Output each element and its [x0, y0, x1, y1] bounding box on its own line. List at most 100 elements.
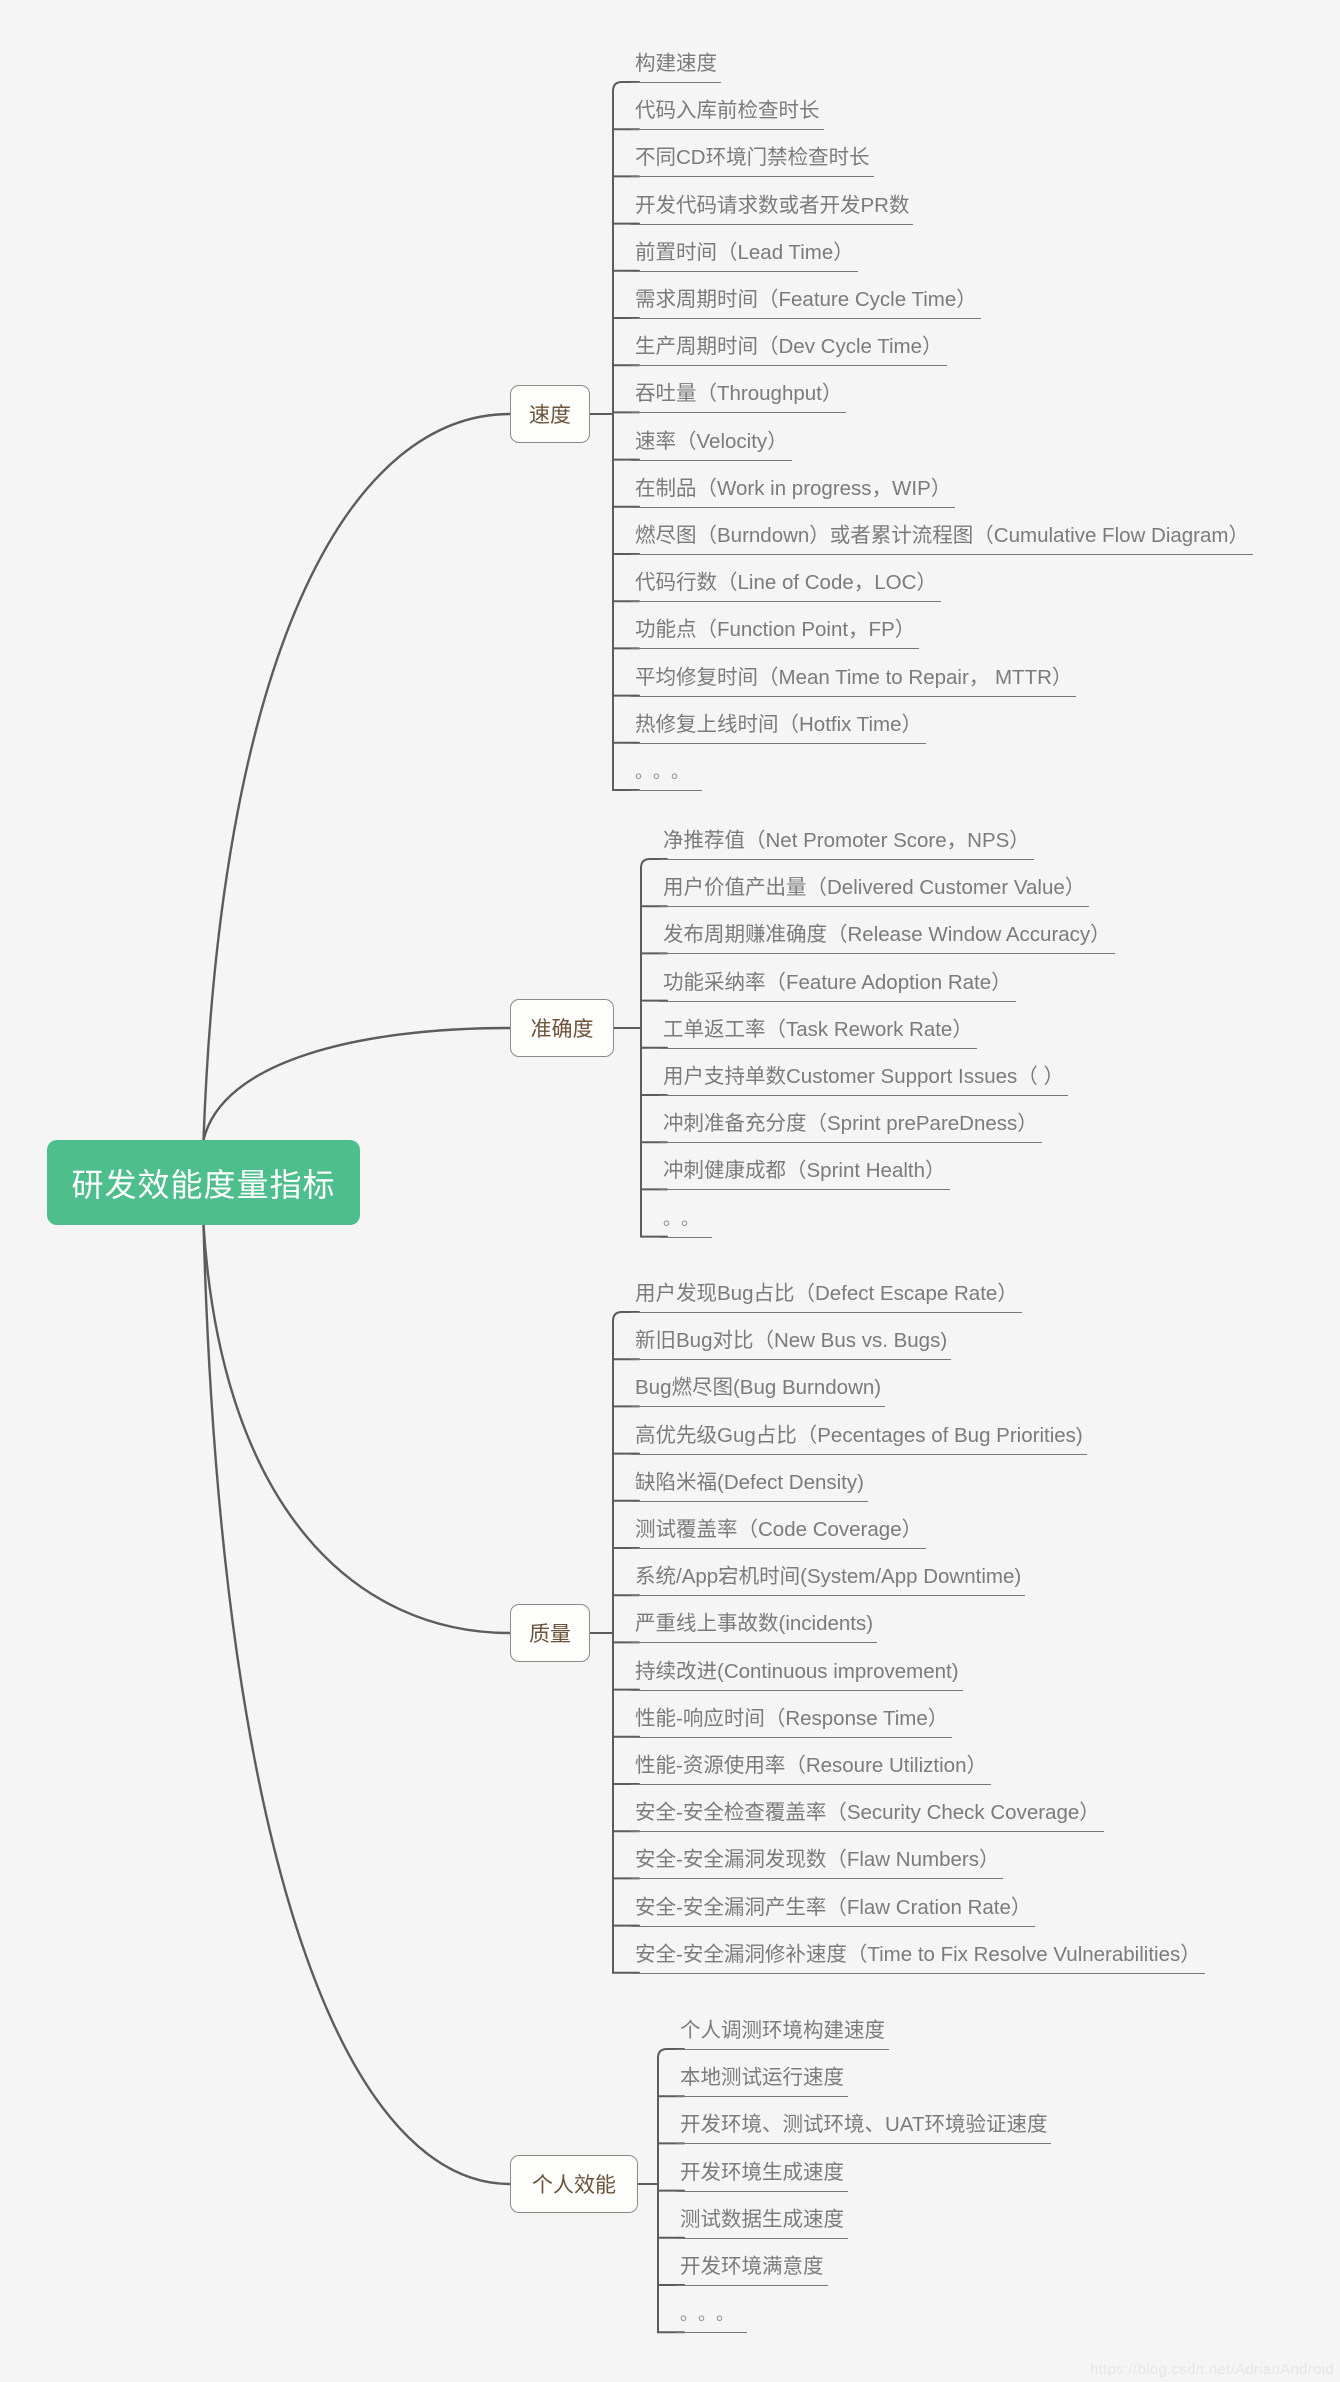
leaf-node-label: 开发环境满意度 — [680, 2255, 824, 2278]
leaf-node[interactable]: 缺陷米福(Defect Density) — [631, 1470, 868, 1502]
leaf-node-label: 安全-安全漏洞发现数（Flaw Numbers） — [635, 1848, 1000, 1872]
leaf-node-label: 新旧Bug对比（New Bus vs. Bugs) — [635, 1329, 948, 1353]
leaf-node[interactable]: 安全-安全漏洞发现数（Flaw Numbers） — [631, 1847, 1004, 1880]
leaf-node-label: 安全-安全漏洞产生率（Flaw Cration Rate） — [635, 1895, 1032, 1919]
leaf-node-label: Bug燃尽图(Bug Burndown) — [635, 1376, 882, 1400]
branch-node-accuracy[interactable]: 准确度 — [510, 999, 614, 1057]
leaf-node[interactable]: 发布周期赚准确度（Release Window Accuracy） — [659, 922, 1115, 955]
leaf-node[interactable]: 功能点（Function Point，FP） — [631, 617, 920, 650]
leaf-node-label: 净推荐值（Net Promoter Score，NPS） — [663, 829, 1030, 852]
leaf-node[interactable]: 构建速度 — [631, 51, 721, 83]
branch-node-speed[interactable]: 速度 — [510, 385, 590, 443]
leaf-node[interactable]: 高优先级Gug占比（Pecentages of Bug Priorities) — [631, 1423, 1087, 1455]
branch-node-label: 个人效能 — [532, 2174, 616, 2197]
leaf-node-label: 开发环境、测试环境、UAT环境验证速度 — [680, 2113, 1048, 2137]
leaf-node-label: 持续改进(Continuous improvement) — [635, 1659, 959, 1683]
leaf-node[interactable]: 安全-安全检查覆盖率（Security Check Coverage） — [631, 1800, 1104, 1833]
leaf-node[interactable]: 系统/App宕机时间(System/App Downtime) — [631, 1564, 1026, 1597]
leaf-node-label: 冲刺准备充分度（Sprint prePareDness） — [663, 1112, 1038, 1136]
leaf-node-label: 测试覆盖率（Code Coverage） — [635, 1518, 923, 1541]
leaf-node-label: 。。 — [663, 1208, 708, 1229]
leaf-node[interactable]: 。。。 — [631, 759, 702, 791]
leaf-node-label: 用户价值产出量（Delivered Customer Value） — [663, 876, 1086, 900]
leaf-node-label: 吞吐量（Throughput） — [635, 382, 843, 406]
leaf-node[interactable]: 安全-安全漏洞产生率（Flaw Cration Rate） — [631, 1895, 1036, 1927]
leaf-node[interactable]: 测试数据生成速度 — [676, 2207, 848, 2239]
leaf-node[interactable]: Bug燃尽图(Bug Burndown) — [631, 1375, 886, 1408]
leaf-node[interactable]: 吞吐量（Throughput） — [631, 381, 847, 414]
leaf-node[interactable]: 功能采纳率（Feature Adoption Rate） — [659, 970, 1016, 1002]
leaf-node[interactable]: 持续改进(Continuous improvement) — [631, 1659, 963, 1691]
leaf-node[interactable]: 。。。 — [676, 2301, 747, 2334]
leaf-node-label: 个人调测环境构建速度 — [680, 2019, 885, 2042]
leaf-node[interactable]: 在制品（Work in progress，WIP） — [631, 476, 956, 508]
leaf-node[interactable]: 冲刺准备充分度（Sprint prePareDness） — [659, 1111, 1042, 1144]
leaf-node-label: 发布周期赚准确度（Release Window Accuracy） — [663, 923, 1111, 947]
branch-node-label: 速度 — [529, 404, 571, 427]
leaf-node-label: 冲刺健康成都（Sprint Health） — [663, 1159, 946, 1183]
leaf-node-label: 构建速度 — [635, 52, 717, 75]
root-node-label: 研发效能度量指标 — [71, 1166, 336, 1203]
leaf-node[interactable]: 不同CD环境门禁检查时长 — [631, 145, 874, 178]
watermark: https://blog.csdn.net/AdrianAndroid — [1090, 2361, 1334, 2378]
leaf-node-label: 在制品（Work in progress，WIP） — [635, 476, 952, 500]
leaf-node-label: 需求周期时间（Feature Cycle Time） — [635, 288, 977, 311]
leaf-node[interactable]: 净推荐值（Net Promoter Score，NPS） — [659, 828, 1034, 860]
leaf-node[interactable]: 速率（Velocity） — [631, 429, 792, 461]
leaf-node-label: 性能-响应时间（Response Time） — [635, 1706, 949, 1730]
leaf-node[interactable]: 代码行数（Line of Code，LOC） — [631, 570, 941, 603]
leaf-node-label: 安全-安全漏洞修补速度（Time to Fix Resolve Vulnerab… — [635, 1942, 1201, 1966]
leaf-node[interactable]: 安全-安全漏洞修补速度（Time to Fix Resolve Vulnerab… — [631, 1942, 1205, 1974]
leaf-node-label: 缺陷米福(Defect Density) — [635, 1470, 864, 1494]
branch-node-quality[interactable]: 质量 — [510, 1604, 590, 1662]
leaf-node[interactable]: 前置时间（Lead Time） — [631, 240, 858, 272]
leaf-node[interactable]: 严重线上事故数(incidents) — [631, 1611, 878, 1644]
leaf-node[interactable]: 性能-资源使用率（Resoure Utiliztion） — [631, 1753, 991, 1785]
leaf-node-label: 不同CD环境门禁检查时长 — [635, 146, 870, 170]
leaf-node[interactable]: 测试覆盖率（Code Coverage） — [631, 1517, 927, 1549]
leaf-node-label: 用户发现Bug占比（Defect Escape Rate） — [635, 1282, 1018, 1305]
leaf-node[interactable]: 。。 — [659, 1206, 712, 1238]
leaf-node-label: 安全-安全检查覆盖率（Security Check Coverage） — [635, 1801, 1100, 1825]
leaf-node[interactable]: 代码入库前检查时长 — [631, 98, 824, 131]
leaf-node[interactable]: 工单返工率（Task Rework Rate） — [659, 1017, 977, 1049]
leaf-node-label: 测试数据生成速度 — [680, 2207, 844, 2231]
leaf-node[interactable]: 新旧Bug对比（New Bus vs. Bugs) — [631, 1328, 952, 1361]
leaf-node[interactable]: 开发代码请求数或者开发PR数 — [631, 193, 914, 225]
leaf-node[interactable]: 个人调测环境构建速度 — [676, 2018, 889, 2050]
leaf-node[interactable]: 平均修复时间（Mean Time to Repair， MTTR） — [631, 665, 1077, 697]
leaf-node-label: 热修复上线时间（Hotfix Time） — [635, 712, 923, 736]
leaf-node[interactable]: 开发环境生成速度 — [676, 2160, 848, 2192]
leaf-node-label: 生产周期时间（Dev Cycle Time） — [635, 335, 943, 359]
leaf-node-label: 前置时间（Lead Time） — [635, 240, 854, 264]
branch-node-label: 准确度 — [530, 1018, 594, 1041]
leaf-node[interactable]: 开发环境满意度 — [676, 2254, 828, 2286]
leaf-node[interactable]: 性能-响应时间（Response Time） — [631, 1706, 953, 1738]
branch-node-personal[interactable]: 个人效能 — [510, 2155, 638, 2213]
leaf-node[interactable]: 本地测试运行速度 — [676, 2065, 848, 2098]
leaf-node[interactable]: 用户发现Bug占比（Defect Escape Rate） — [631, 1281, 1022, 1313]
leaf-node-label: 功能采纳率（Feature Adoption Rate） — [663, 970, 1012, 994]
leaf-node-label: 本地测试运行速度 — [680, 2066, 844, 2090]
leaf-node-label: 平均修复时间（Mean Time to Repair， MTTR） — [635, 665, 1073, 689]
root-node[interactable]: 研发效能度量指标 — [47, 1140, 360, 1225]
leaf-node-label: 开发代码请求数或者开发PR数 — [635, 193, 910, 217]
leaf-node-label: 代码入库前检查时长 — [635, 99, 820, 123]
leaf-node[interactable]: 热修复上线时间（Hotfix Time） — [631, 712, 927, 744]
leaf-node[interactable]: 用户价值产出量（Delivered Customer Value） — [659, 875, 1090, 908]
leaf-node[interactable]: 需求周期时间（Feature Cycle Time） — [631, 287, 981, 319]
leaf-node-label: 燃尽图（Burndown）或者累计流程图（Cumulative Flow Dia… — [635, 524, 1249, 547]
leaf-node[interactable]: 用户支持单数Customer Support Issues（ ） — [659, 1064, 1068, 1096]
leaf-node[interactable]: 生产周期时间（Dev Cycle Time） — [631, 334, 947, 367]
leaf-node-label: 。。。 — [635, 762, 698, 782]
leaf-node-label: 高优先级Gug占比（Pecentages of Bug Priorities) — [635, 1423, 1083, 1447]
leaf-node-label: 功能点（Function Point，FP） — [635, 618, 916, 642]
leaf-node[interactable]: 开发环境、测试环境、UAT环境验证速度 — [676, 2112, 1052, 2145]
leaf-node[interactable]: 冲刺健康成都（Sprint Health） — [659, 1158, 950, 1191]
leaf-node-label: 用户支持单数Customer Support Issues（ ） — [663, 1065, 1064, 1088]
leaf-node[interactable]: 燃尽图（Burndown）或者累计流程图（Cumulative Flow Dia… — [631, 523, 1253, 555]
leaf-node-label: 速率（Velocity） — [635, 429, 788, 453]
leaf-node-label: 严重线上事故数(incidents) — [635, 1612, 874, 1636]
branch-node-label: 质量 — [529, 1623, 571, 1646]
leaf-node-label: 工单返工率（Task Rework Rate） — [663, 1017, 973, 1041]
